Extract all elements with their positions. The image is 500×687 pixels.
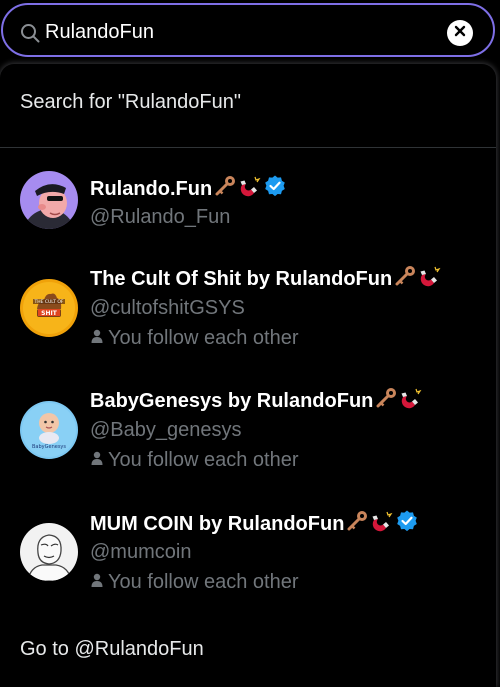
mutual-follow-status: You follow each other (90, 571, 299, 594)
result-name: The Cult Of Shit by RulandoFun (90, 265, 442, 293)
result-name: MUM COIN by RulandoFun (90, 509, 419, 539)
user-result-item[interactable]: BabyGenesys BabyGenesys by RulandoFun @B… (0, 377, 496, 487)
user-result-item[interactable]: Rulando.Fun @Rulando_Fun (0, 160, 496, 240)
search-icon (20, 23, 40, 43)
person-icon (90, 449, 104, 472)
svg-text:THE CULT OF: THE CULT OF (33, 299, 63, 305)
mutual-follow-status: You follow each other (90, 449, 299, 472)
go-to-profile-item[interactable]: Go to @RulandoFun (20, 638, 204, 661)
close-icon (454, 24, 466, 42)
avatar: BabyGenesys (20, 401, 78, 459)
user-result-item[interactable]: THE CULT OF SHIT The Cult Of Shit by Rul… (0, 255, 496, 365)
result-handle: @mumcoin (90, 541, 192, 563)
result-handle: @cultofshitGSYS (90, 297, 245, 319)
verified-badge-icon (263, 174, 287, 204)
svg-text:SHIT: SHIT (41, 310, 58, 317)
verified-badge-icon (395, 509, 419, 539)
svg-text:BabyGenesys: BabyGenesys (32, 444, 66, 450)
magnet-icon (238, 175, 262, 203)
search-bar[interactable] (1, 3, 495, 57)
avatar: THE CULT OF SHIT (20, 279, 78, 337)
search-for-query-item[interactable]: Search for "RulandoFun" (20, 91, 241, 114)
key-icon (345, 510, 369, 538)
magnet-icon (418, 265, 442, 293)
avatar (20, 171, 78, 229)
key-icon (374, 387, 398, 415)
search-input[interactable] (45, 18, 435, 46)
avatar (20, 523, 78, 581)
result-name: BabyGenesys by RulandoFun (90, 387, 423, 415)
person-icon (90, 571, 104, 594)
mutual-follow-status: You follow each other (90, 327, 299, 350)
magnet-icon (370, 510, 394, 538)
clear-search-button[interactable] (447, 20, 473, 46)
key-icon (393, 265, 417, 293)
result-handle: @Baby_genesys (90, 419, 242, 441)
person-icon (90, 327, 104, 350)
result-name: Rulando.Fun (90, 174, 287, 204)
key-icon (213, 175, 237, 203)
user-result-item[interactable]: MUM COIN by RulandoFun @mumcoin You foll… (0, 499, 496, 609)
magnet-icon (399, 387, 423, 415)
divider (0, 147, 496, 148)
result-handle: @Rulando_Fun (90, 206, 231, 228)
